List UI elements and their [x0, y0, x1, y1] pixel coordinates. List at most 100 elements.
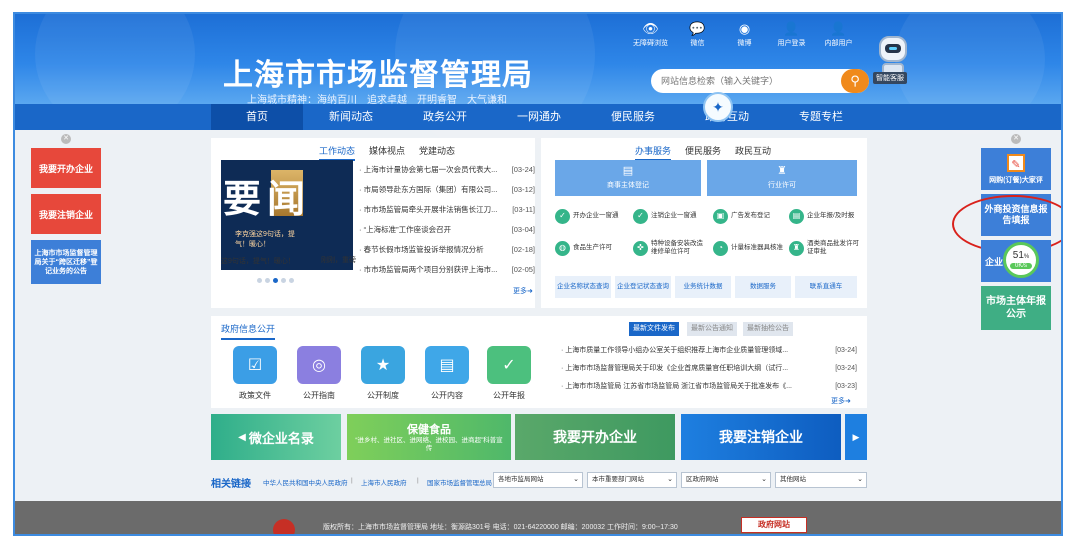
left-float-close-icon[interactable]: ✕: [61, 134, 71, 144]
services-tabs: 办事服务 便民服务 政民互动: [635, 144, 785, 161]
slide-dot[interactable]: [257, 278, 262, 283]
user-login-link[interactable]: 👤 用户登录: [768, 22, 815, 48]
tab-work-news[interactable]: 工作动态: [319, 144, 356, 161]
accessibility-link[interactable]: 👁 无障碍浏览: [627, 22, 674, 48]
health-food-banner[interactable]: 保健食品 “进乡村、进社区、进网络、进校园、进商超”科普宣传: [347, 414, 511, 460]
gov-info-title[interactable]: 政府信息公开: [221, 322, 276, 340]
slide-dot-active[interactable]: [273, 278, 278, 283]
cancel-enterprise-banner[interactable]: 我要注销企业: [681, 414, 841, 460]
service-item-ad-registration[interactable]: ▣ 广告发布登记: [713, 204, 787, 228]
micro-enterprise-banner[interactable]: ◀ 微企业名录: [211, 414, 341, 460]
news-item[interactable]: · 上海市计量协会第七届一次会员代表大... [03-24]: [359, 160, 535, 180]
link-samr[interactable]: 国家市场监督管理总局: [427, 477, 492, 487]
left-cancel-enterprise-button[interactable]: 我要注销企业: [31, 194, 101, 234]
open-enterprise-banner[interactable]: 我要开办企业: [515, 414, 675, 460]
smart-service-robot[interactable]: [873, 36, 913, 77]
service-item-special-equipment[interactable]: ✜ 特种设备安装改造维修单位许可: [633, 236, 707, 260]
gov-website-badge[interactable]: 政府网站: [741, 517, 807, 533]
banner-next-button[interactable]: ▶: [845, 414, 867, 460]
link-contact-express[interactable]: 联系直通车: [795, 276, 857, 298]
slide-dot[interactable]: [281, 278, 286, 283]
service-item-open-enterprise[interactable]: ✓ 开办企业一窗通: [555, 204, 629, 228]
open-content-label[interactable]: 公开内容: [417, 390, 477, 401]
select-city-departments[interactable]: 本市重要部门网站 ⌄: [587, 472, 677, 488]
service-item-liquor-license[interactable]: ♜ 酒类商品批发许可证审批: [789, 236, 863, 260]
business-registration-card[interactable]: ▤ 商事主体登记: [555, 160, 701, 196]
search-button[interactable]: ⚲: [841, 69, 869, 93]
link-business-statistics[interactable]: 业务统计数据: [675, 276, 731, 298]
service-item-cancel-enterprise[interactable]: ✓ 注销企业一窗通: [633, 204, 707, 228]
select-local-bureaus[interactable]: 各地市监局网站 ⌄: [493, 472, 583, 488]
accessibility-label: 无障碍浏览: [633, 40, 668, 47]
chevron-down-icon: ⌄: [761, 476, 767, 483]
nav-item-gov-affairs[interactable]: 政务公开: [399, 104, 491, 130]
service-item-measurement[interactable]: ◔ 计量标准器具核准: [713, 236, 787, 260]
open-system-button[interactable]: ★: [361, 346, 405, 384]
nav-item-home[interactable]: 首页: [211, 104, 303, 130]
tab-party-news[interactable]: 党建动态: [419, 144, 455, 161]
slide-dot[interactable]: [265, 278, 270, 283]
tab-public-services[interactable]: 便民服务: [685, 144, 721, 161]
open-system-label[interactable]: 公开制度: [353, 390, 413, 401]
gov-list-item[interactable]: · 上海市市场监管局 江苏省市场监管局 浙江省市场监管局关于批准发布《... [0…: [561, 378, 857, 396]
weibo-link[interactable]: ◉ 微博: [721, 22, 768, 48]
site-title[interactable]: 上海市市场监督管理局: [223, 50, 533, 94]
open-guide-label[interactable]: 公开指南: [289, 390, 349, 401]
news-item[interactable]: · 春节长假市场监管投诉举报情况分析 [02-18]: [359, 240, 535, 260]
service-item-annual-report[interactable]: ▤ 企业年报/及时报: [789, 204, 863, 228]
link-data-service[interactable]: 数据服务: [735, 276, 791, 298]
open-annual-report-label[interactable]: 公开年报: [479, 390, 539, 401]
nav-item-public-service[interactable]: 便民服务: [587, 104, 679, 130]
user-icon: 👤: [783, 21, 800, 36]
service-item-food-license[interactable]: ◍ 食品生产许可: [555, 236, 629, 260]
right-float-close-icon[interactable]: ✕: [1011, 134, 1021, 144]
nav-item-topics[interactable]: 专题专栏: [775, 104, 867, 130]
open-content-button[interactable]: ▤: [425, 346, 469, 384]
news-item[interactable]: · “上海标准”工作座谈会召开 [03-04]: [359, 220, 535, 240]
clipboard-icon: ☑: [247, 357, 263, 374]
browser-frame: 上海市市场监督管理局 上海城市精神：海纳百川 追求卓越 开明睿智 大气谦和 👁 …: [13, 12, 1063, 536]
link-shanghai-government[interactable]: 上海市人民政府: [361, 477, 407, 487]
slide-dot[interactable]: [289, 278, 294, 283]
bird-mascot-icon[interactable]: ✦: [703, 92, 733, 122]
left-relocation-notice-button[interactable]: 上海市市场监督管理局关于“跨区迁移”登记业务的公告: [31, 240, 101, 284]
main-nav: 首页 新闻动态 政务公开 一网通办 便民服务 政务互动 专题专栏: [15, 104, 1061, 130]
gov-list-item[interactable]: · 上海市质量工作领导小组办公室关于组织推荐上海市企业质量管理领域... [03-…: [561, 342, 857, 360]
gov-list: · 上海市质量工作领导小组办公室关于组织推荐上海市企业质量管理领域... [03-…: [551, 316, 867, 408]
annual-report-button[interactable]: 市场主体年报公示: [981, 286, 1051, 330]
wechat-icon: 💬: [689, 21, 706, 36]
industry-license-card[interactable]: ♜ 行业许可: [707, 160, 857, 196]
tab-citizen-interaction[interactable]: 政民互动: [735, 144, 771, 161]
open-guide-button[interactable]: ◎: [297, 346, 341, 384]
link-central-government[interactable]: 中华人民共和国中央人民政府: [263, 477, 348, 487]
tab-media-view[interactable]: 媒体视点: [369, 144, 405, 161]
gov-more-link[interactable]: 更多➜: [831, 396, 851, 406]
internal-user-link[interactable]: 👤 内部用户: [815, 22, 862, 48]
select-other-sites[interactable]: 其他网站 ⌄: [775, 472, 867, 488]
policy-file-button[interactable]: ☑: [233, 346, 277, 384]
search-input[interactable]: [651, 76, 837, 86]
news-image-caption[interactable]: 这9句话，提气！暖心！: [221, 256, 317, 272]
tab-services[interactable]: 办事服务: [635, 144, 672, 161]
link-name-status-query[interactable]: 企业名称状态查询: [555, 276, 611, 298]
news-slideshow-image[interactable]: 要闻 要 李克强这9句话，提气！暖心！: [221, 160, 353, 270]
document-icon: ▤: [789, 208, 804, 224]
wechat-link[interactable]: 💬 微信: [674, 22, 721, 48]
gov-list-item[interactable]: · 上海市市场监督管理局关于印发《企业首席质量官任职培训大纲（试行... [03-…: [561, 360, 857, 378]
nav-item-news[interactable]: 新闻动态: [305, 104, 397, 130]
policy-file-label[interactable]: 政策文件: [225, 390, 285, 401]
chart-icon: ✓: [502, 357, 516, 374]
play-left-icon: ◀: [238, 431, 246, 443]
nav-item-one-network[interactable]: 一网通办: [493, 104, 585, 130]
wechat-label: 微信: [690, 40, 705, 47]
select-district-government[interactable]: 区政府网站 ⌄: [681, 472, 771, 488]
open-annual-report-button[interactable]: ✓: [487, 346, 531, 384]
link-registration-status-query[interactable]: 企业登记状态查询: [615, 276, 671, 298]
news-item[interactable]: · 市市场监管局两个项目分别获评上海市... [02-05]: [359, 260, 535, 280]
online-review-card[interactable]: ✎ 网购(订餐)大家评: [981, 148, 1051, 190]
smart-service-label[interactable]: 智能客服: [873, 72, 907, 84]
news-item[interactable]: · 市局领导赴东方国际（集团）有限公司... [03-12]: [359, 180, 535, 200]
news-item[interactable]: · 市市场监管局牵头开展非法销售长江刀... [03-11]: [359, 200, 535, 220]
news-more-link[interactable]: 更多➜: [513, 286, 533, 296]
left-open-enterprise-button[interactable]: 我要开办企业: [31, 148, 101, 188]
